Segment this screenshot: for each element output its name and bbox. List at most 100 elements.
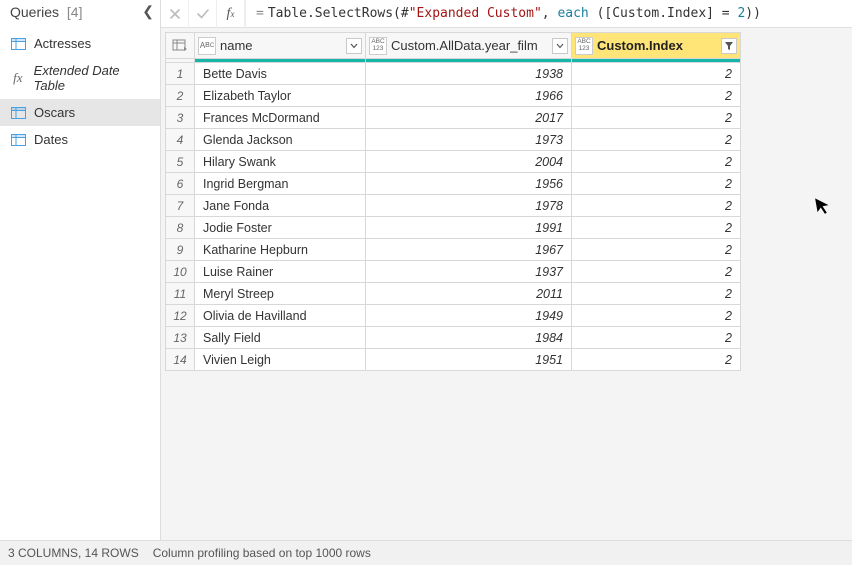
filter-active-icon[interactable] [721,38,737,54]
query-item-label: Extended Date Table [34,63,152,93]
dropdown-icon[interactable] [552,38,568,54]
table-row[interactable]: 2Elizabeth Taylor19662 [166,85,741,107]
cell-name[interactable]: Glenda Jackson [195,129,366,151]
cell-name[interactable]: Sally Field [195,327,366,349]
cell-year[interactable]: 1967 [366,239,572,261]
row-number[interactable]: 7 [166,195,195,217]
row-number[interactable]: 4 [166,129,195,151]
cell-year[interactable]: 2004 [366,151,572,173]
collapse-panel-icon[interactable]: ❮ [142,3,154,20]
cell-index[interactable]: 2 [572,63,741,85]
row-number[interactable]: 2 [166,85,195,107]
cell-index[interactable]: 2 [572,129,741,151]
row-number[interactable]: 13 [166,327,195,349]
cell-name[interactable]: Jane Fonda [195,195,366,217]
table-row[interactable]: 1Bette Davis19382 [166,63,741,85]
row-number[interactable]: 8 [166,217,195,239]
table-row[interactable]: 3Frances McDormand20172 [166,107,741,129]
cell-index[interactable]: 2 [572,283,741,305]
cell-year[interactable]: 2011 [366,283,572,305]
cell-year[interactable]: 1956 [366,173,572,195]
fx-icon[interactable]: fx [217,0,245,28]
cell-index[interactable]: 2 [572,217,741,239]
accept-formula-button[interactable] [189,0,217,28]
cell-index[interactable]: 2 [572,305,741,327]
query-item-actresses[interactable]: Actresses [0,30,160,57]
cell-year[interactable]: 1991 [366,217,572,239]
cell-year[interactable]: 1938 [366,63,572,85]
cell-year[interactable]: 1978 [366,195,572,217]
table-row[interactable]: 11Meryl Streep20112 [166,283,741,305]
table-row[interactable]: 4Glenda Jackson19732 [166,129,741,151]
table-row[interactable]: 9Katharine Hepburn19672 [166,239,741,261]
column-header-year[interactable]: ABC123Custom.AllData.year_film [366,33,572,59]
cell-name[interactable]: Bette Davis [195,63,366,85]
cell-year[interactable]: 1949 [366,305,572,327]
row-number[interactable]: 14 [166,349,195,371]
query-item-extended-date-table[interactable]: fx Extended Date Table [0,57,160,99]
query-item-oscars[interactable]: Oscars [0,99,160,126]
queries-panel: Queries [4] ❮ Actresses fx Extended Date T… [0,0,161,540]
cell-index[interactable]: 2 [572,107,741,129]
dropdown-icon[interactable] [346,38,362,54]
query-item-dates[interactable]: Dates [0,126,160,153]
any-type-icon[interactable]: ABC123 [369,37,387,55]
cancel-formula-button[interactable] [161,0,189,28]
cell-name[interactable]: Meryl Streep [195,283,366,305]
cell-index[interactable]: 2 [572,85,741,107]
column-label: Custom.Index [597,38,717,53]
cell-index[interactable]: 2 [572,349,741,371]
column-label: name [220,38,342,53]
text-type-icon[interactable]: ABC [198,37,216,55]
row-number[interactable]: 5 [166,151,195,173]
cell-name[interactable]: Olivia de Havilland [195,305,366,327]
table-row[interactable]: 7Jane Fonda19782 [166,195,741,217]
cell-index[interactable]: 2 [572,327,741,349]
row-number[interactable]: 12 [166,305,195,327]
table-row[interactable]: 6Ingrid Bergman19562 [166,173,741,195]
table-row[interactable]: 10Luise Rainer19372 [166,261,741,283]
cell-year[interactable]: 1937 [366,261,572,283]
cell-index[interactable]: 2 [572,195,741,217]
cell-name[interactable]: Frances McDormand [195,107,366,129]
cell-index[interactable]: 2 [572,261,741,283]
cell-name[interactable]: Ingrid Bergman [195,173,366,195]
any-type-icon[interactable]: ABC123 [575,37,593,55]
cell-year[interactable]: 1966 [366,85,572,107]
cell-index[interactable]: 2 [572,151,741,173]
cell-index[interactable]: 2 [572,173,741,195]
table-row[interactable]: 13Sally Field19842 [166,327,741,349]
status-bar: 3 COLUMNS, 14 ROWS Column profiling base… [0,540,852,565]
cell-year[interactable]: 2017 [366,107,572,129]
fx-icon: fx [10,71,26,85]
queries-count: [4] [67,4,83,20]
status-columns-rows: 3 COLUMNS, 14 ROWS [8,546,139,560]
cell-name[interactable]: Katharine Hepburn [195,239,366,261]
row-number[interactable]: 6 [166,173,195,195]
queries-title: Queries [10,4,59,20]
row-number[interactable]: 10 [166,261,195,283]
table-row[interactable]: 14Vivien Leigh19512 [166,349,741,371]
row-number[interactable]: 9 [166,239,195,261]
data-grid[interactable]: ABC name ABC123Custom.AllData.year_filmABC… [161,28,852,540]
cell-name[interactable]: Luise Rainer [195,261,366,283]
cell-index[interactable]: 2 [572,239,741,261]
cell-name[interactable]: Hilary Swank [195,151,366,173]
column-header-name[interactable]: ABC name [195,33,366,59]
row-number[interactable]: 11 [166,283,195,305]
row-number[interactable]: 3 [166,107,195,129]
table-row[interactable]: 12Olivia de Havilland19492 [166,305,741,327]
cell-year[interactable]: 1973 [366,129,572,151]
table-row[interactable]: 5Hilary Swank20042 [166,151,741,173]
row-number[interactable]: 1 [166,63,195,85]
table-row[interactable]: 8Jodie Foster19912 [166,217,741,239]
formula-input[interactable]: = Table.SelectRows(#"Expanded Custom", e… [245,0,846,27]
cell-name[interactable]: Vivien Leigh [195,349,366,371]
cell-name[interactable]: Jodie Foster [195,217,366,239]
cell-year[interactable]: 1951 [366,349,572,371]
table-corner-button[interactable] [166,33,195,59]
cell-year[interactable]: 1984 [366,327,572,349]
status-profiling: Column profiling based on top 1000 rows [153,546,371,560]
column-header-index[interactable]: ABC123 Custom.Index [572,33,741,59]
cell-name[interactable]: Elizabeth Taylor [195,85,366,107]
